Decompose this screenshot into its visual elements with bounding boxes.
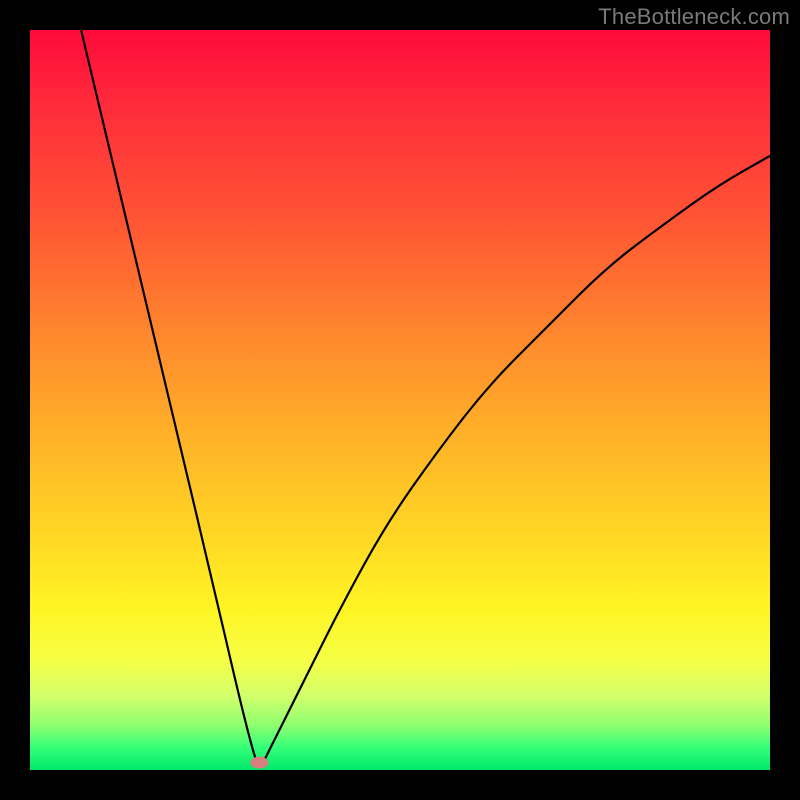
attribution-text: TheBottleneck.com	[598, 4, 790, 30]
minimum-marker	[250, 757, 268, 769]
plot-area	[30, 30, 770, 770]
chart-frame: TheBottleneck.com	[0, 0, 800, 800]
curve-layer	[30, 30, 770, 770]
bottleneck-curve-path	[30, 30, 770, 766]
